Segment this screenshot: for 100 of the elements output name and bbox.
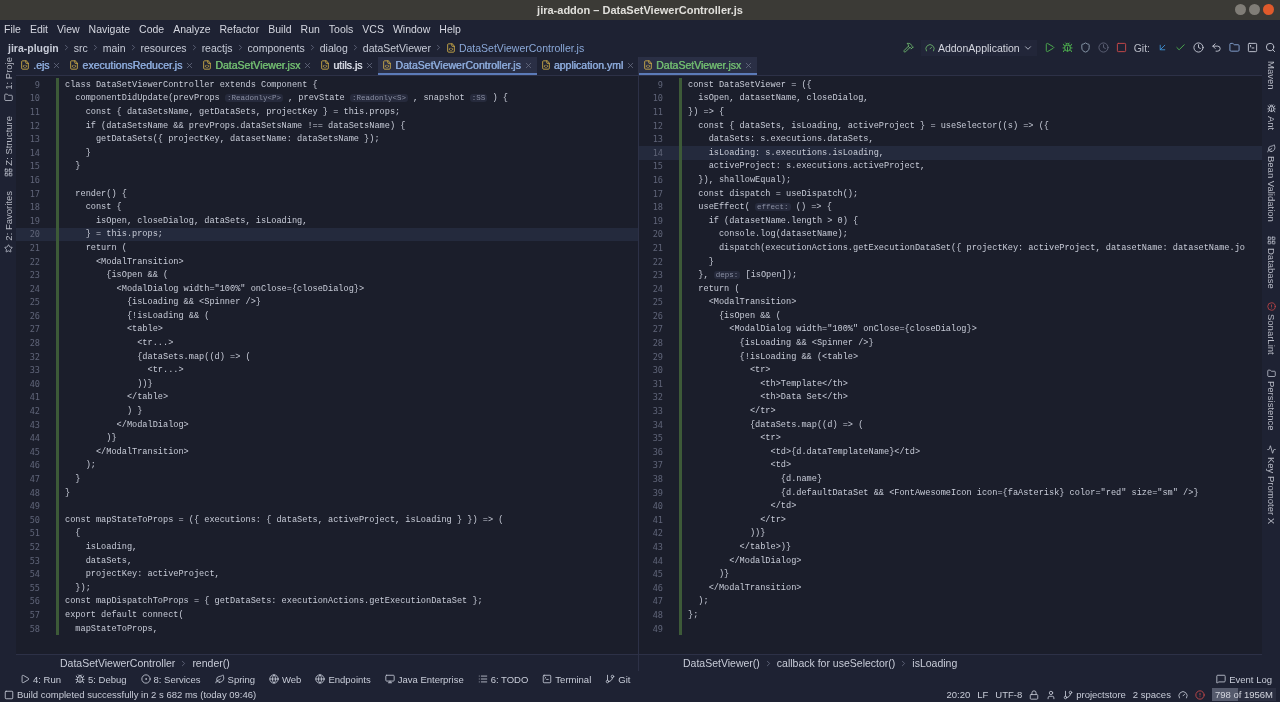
breadcrumb[interactable]: main <box>102 41 126 54</box>
line-number: 28 <box>28 338 40 349</box>
undo-icon[interactable] <box>1211 42 1222 53</box>
menu-item[interactable]: Refactor <box>219 23 260 35</box>
tool-window-button[interactable]: Terminal <box>542 673 592 685</box>
minimize-button[interactable] <box>1235 4 1246 15</box>
breadcrumb[interactable]: components <box>247 41 305 54</box>
tool-window-tab[interactable]: Bean Validation <box>1265 143 1277 222</box>
bug-icon[interactable] <box>1061 42 1073 53</box>
gauge-icon[interactable] <box>1177 689 1188 700</box>
close-icon[interactable] <box>523 60 533 70</box>
menu-item[interactable]: Run <box>300 23 320 35</box>
menu-item[interactable]: Analyze <box>173 23 211 35</box>
code-line: </tr> <box>748 406 776 417</box>
run-icon[interactable] <box>1043 42 1055 53</box>
lock-icon[interactable] <box>1029 689 1040 700</box>
indent-setting[interactable]: 2 spaces <box>1132 689 1171 700</box>
code-line: <tr...> <box>146 365 184 376</box>
event-log-button[interactable]: Event Log <box>1216 673 1272 685</box>
file-tab[interactable]: .ejs <box>16 57 66 75</box>
tool-window-button[interactable]: 8: Services <box>140 673 201 685</box>
file-tab[interactable]: DataSetViewerController.js <box>378 57 537 75</box>
tool-window-button[interactable]: Java Enterprise <box>384 673 464 685</box>
code-line: const { dataSetsName, getDataSets, projectKey } = this.props; <box>84 107 401 117</box>
tool-window-tab[interactable]: 2: Favorites <box>2 191 14 253</box>
close-icon[interactable] <box>365 60 375 70</box>
code-line: if (dataSetsName && prevProps.dataSetsName !== dataSetsName) { <box>84 120 406 131</box>
menu-item[interactable]: Code <box>139 23 165 35</box>
line-number: 47 <box>651 596 663 607</box>
breadcrumb[interactable]: render() <box>192 657 230 669</box>
tool-window-button[interactable]: 4: Run <box>20 673 61 685</box>
git-branch[interactable]: projectstore <box>1063 689 1126 700</box>
tool-window-tab[interactable]: Persistence <box>1265 369 1277 431</box>
tool-window-button[interactable]: Git <box>605 673 631 685</box>
error-icon[interactable] <box>1194 689 1205 700</box>
folder-icon[interactable] <box>1229 42 1240 53</box>
tool-window-tab[interactable]: Database <box>1265 235 1277 289</box>
breadcrumb[interactable]: callback for useSelector() <box>776 657 896 669</box>
breadcrumb[interactable]: dialog <box>319 41 348 54</box>
line-number: 32 <box>651 392 663 403</box>
breadcrumb[interactable]: reactjs <box>201 41 233 54</box>
breadcrumb[interactable]: isLoading <box>912 657 958 669</box>
tool-window-tab[interactable]: Ant <box>1265 103 1277 130</box>
panel-icon[interactable] <box>4 689 14 700</box>
line-number: 44 <box>651 555 663 566</box>
breadcrumb[interactable]: DataSetViewerController <box>60 657 176 669</box>
hammer-icon[interactable] <box>902 42 914 53</box>
menu-item[interactable]: Navigate <box>88 23 131 35</box>
tool-window-tab[interactable]: 1: Proje <box>2 57 14 102</box>
tool-window-button[interactable]: Spring <box>214 673 256 685</box>
line-number: 33 <box>28 365 40 376</box>
close-icon[interactable] <box>185 60 195 70</box>
close-icon[interactable] <box>626 60 636 70</box>
arrow-icon[interactable] <box>1157 42 1168 53</box>
file-tab[interactable]: application.yml <box>536 57 638 75</box>
code-line: }; <box>688 609 699 620</box>
menu-item[interactable]: Edit <box>29 23 48 35</box>
file-tab[interactable]: utils.js <box>316 57 379 75</box>
stop-icon[interactable] <box>1115 42 1127 53</box>
breadcrumb[interactable]: resources <box>140 41 187 54</box>
tool-window-tab[interactable]: Key Promoter X <box>1265 444 1277 524</box>
line-number: 45 <box>28 446 40 457</box>
breadcrumb[interactable]: dataSetViewer <box>362 41 431 54</box>
breadcrumb[interactable]: src <box>73 41 88 54</box>
search-icon[interactable] <box>1265 42 1276 53</box>
menu-item[interactable]: Build <box>268 23 292 35</box>
shield-icon[interactable] <box>1079 42 1091 53</box>
file-tab[interactable]: DataSetViewer.jsx <box>639 57 757 75</box>
maximize-button[interactable] <box>1249 4 1260 15</box>
tool-window-tab[interactable]: Z: Structure <box>2 115 14 178</box>
breadcrumb[interactable]: DataSetViewer() <box>683 657 760 669</box>
line-separator[interactable]: LF <box>977 689 989 700</box>
file-tab[interactable]: executionsReducer.js <box>65 57 199 75</box>
tool-window-button[interactable]: 6: TODO <box>477 673 529 685</box>
menu-item[interactable]: VCS <box>362 23 384 35</box>
close-button[interactable] <box>1263 4 1274 15</box>
caret-position[interactable]: 20:20 <box>946 689 971 700</box>
line-number: 28 <box>651 338 663 349</box>
code-line: </ModalDialog> <box>728 555 802 566</box>
window-icon[interactable] <box>1247 42 1258 53</box>
menu-item[interactable]: View <box>57 23 80 35</box>
breadcrumb[interactable]: DataSetViewerController.js <box>458 41 585 54</box>
tool-window-button[interactable]: Web <box>269 673 302 685</box>
menu-item[interactable]: File <box>4 23 21 35</box>
menu-item[interactable]: Help <box>439 23 461 35</box>
file-encoding[interactable]: UTF-8 <box>995 689 1023 700</box>
tool-window-tab[interactable]: SonarLint <box>1265 302 1277 355</box>
tool-window-tab[interactable]: Maven <box>1265 61 1277 90</box>
close-icon[interactable] <box>303 60 313 70</box>
close-icon[interactable] <box>52 60 62 70</box>
close-icon[interactable] <box>744 60 753 70</box>
person-icon[interactable] <box>1046 689 1057 700</box>
tool-window-button[interactable]: Endpoints <box>315 673 371 685</box>
menu-item[interactable]: Tools <box>328 23 354 35</box>
breadcrumb[interactable]: jira-plugin <box>8 41 59 54</box>
file-tab[interactable]: DataSetViewer.jsx <box>198 57 317 75</box>
check-icon[interactable] <box>1175 42 1186 53</box>
run-configuration[interactable]: AddonApplication <box>920 39 1037 56</box>
menu-item[interactable]: Window <box>392 23 431 35</box>
tool-window-button[interactable]: 5: Debug <box>75 673 127 685</box>
